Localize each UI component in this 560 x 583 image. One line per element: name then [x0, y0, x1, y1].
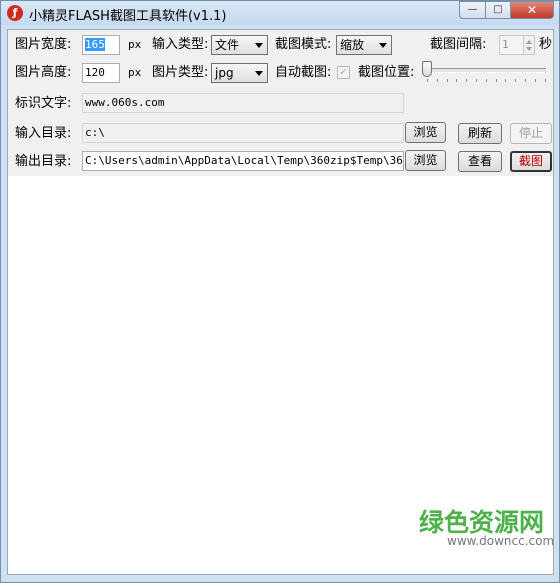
output-dir-label: 输出目录: [15, 154, 72, 169]
output-dir-field[interactable]: C:\Users\admin\AppData\Local\Temp\360zip… [82, 151, 404, 171]
title-bar[interactable]: ƒ 小精灵FLASH截图工具软件(v1.1) — □ ✕ [1, 1, 559, 25]
slider-tick [495, 79, 497, 82]
slider-tick [544, 79, 546, 82]
input-dir-label: 输入目录: [15, 126, 72, 141]
checkmark-icon: ✓ [339, 67, 348, 78]
browse-output-button[interactable]: 浏览 [405, 150, 446, 171]
slider-tick [515, 79, 517, 82]
browse-input-button[interactable]: 浏览 [405, 122, 446, 143]
app-window: ƒ 小精灵FLASH截图工具软件(v1.1) — □ ✕ 图片宽度: 165 p… [0, 0, 560, 583]
interval-input[interactable]: 1 [499, 35, 525, 55]
position-slider-thumb[interactable] [422, 61, 432, 77]
app-logo-icon: ƒ [7, 5, 23, 21]
settings-panel: 图片宽度: 165 px 输入类型: 文件 截图模式: 缩放 截图间隔: 1 秒… [8, 30, 553, 176]
capture-mode-label: 截图模式: [275, 37, 332, 52]
site-watermark-url: www.downcc.com [447, 534, 555, 548]
interval-label: 截图间隔: [430, 37, 487, 52]
slider-tick [525, 79, 526, 82]
height-label: 图片高度: [15, 65, 72, 80]
spin-up-icon [526, 40, 532, 44]
slider-tick [427, 79, 428, 82]
view-button[interactable]: 查看 [458, 151, 502, 172]
slider-tick [446, 79, 448, 82]
auto-capture-checkbox[interactable]: ✓ [337, 66, 350, 79]
image-type-value: jpg [215, 66, 234, 80]
slider-tick [436, 79, 438, 82]
spin-down-icon [526, 47, 532, 51]
image-type-select[interactable]: jpg [211, 63, 268, 83]
window-title: 小精灵FLASH截图工具软件(v1.1) [29, 9, 227, 24]
interval-unit: 秒 [539, 37, 553, 52]
width-value: 165 [85, 38, 105, 51]
slider-tick [456, 79, 458, 82]
interval-spinner[interactable] [523, 35, 535, 55]
slider-tick [476, 79, 477, 82]
watermark-label: 标识文字: [15, 96, 72, 111]
position-label: 截图位置: [358, 65, 415, 80]
stop-button[interactable]: 停止 [510, 123, 552, 144]
slider-tick [466, 79, 468, 82]
width-input[interactable]: 165 [82, 35, 120, 55]
watermark-text-field[interactable]: www.060s.com [82, 93, 404, 113]
chevron-down-icon [379, 43, 387, 48]
slider-tick [505, 79, 507, 82]
capture-mode-value: 缩放 [340, 38, 365, 52]
capture-button[interactable]: 截图 [510, 151, 552, 172]
client-area: 图片宽度: 165 px 输入类型: 文件 截图模式: 缩放 截图间隔: 1 秒… [7, 29, 554, 575]
slider-tick [485, 79, 487, 82]
maximize-button[interactable]: □ [485, 1, 511, 19]
chevron-down-icon [255, 43, 263, 48]
capture-mode-select[interactable]: 缩放 [336, 35, 392, 55]
height-unit: px [128, 66, 142, 79]
input-type-label: 输入类型: [152, 37, 209, 52]
input-type-select[interactable]: 文件 [211, 35, 268, 55]
width-label: 图片宽度: [15, 37, 72, 52]
refresh-button[interactable]: 刷新 [458, 123, 502, 144]
position-slider-track[interactable] [426, 68, 546, 73]
close-button[interactable]: ✕ [510, 1, 554, 19]
height-input[interactable]: 120 [82, 63, 120, 83]
auto-capture-label: 自动截图: [275, 65, 332, 80]
width-unit: px [128, 38, 142, 51]
slider-tick [534, 79, 536, 82]
input-type-value: 文件 [215, 38, 240, 52]
chevron-down-icon [255, 71, 263, 76]
image-type-label: 图片类型: [152, 65, 209, 80]
input-dir-field[interactable]: c:\ [82, 123, 404, 143]
minimize-button[interactable]: — [459, 1, 486, 19]
